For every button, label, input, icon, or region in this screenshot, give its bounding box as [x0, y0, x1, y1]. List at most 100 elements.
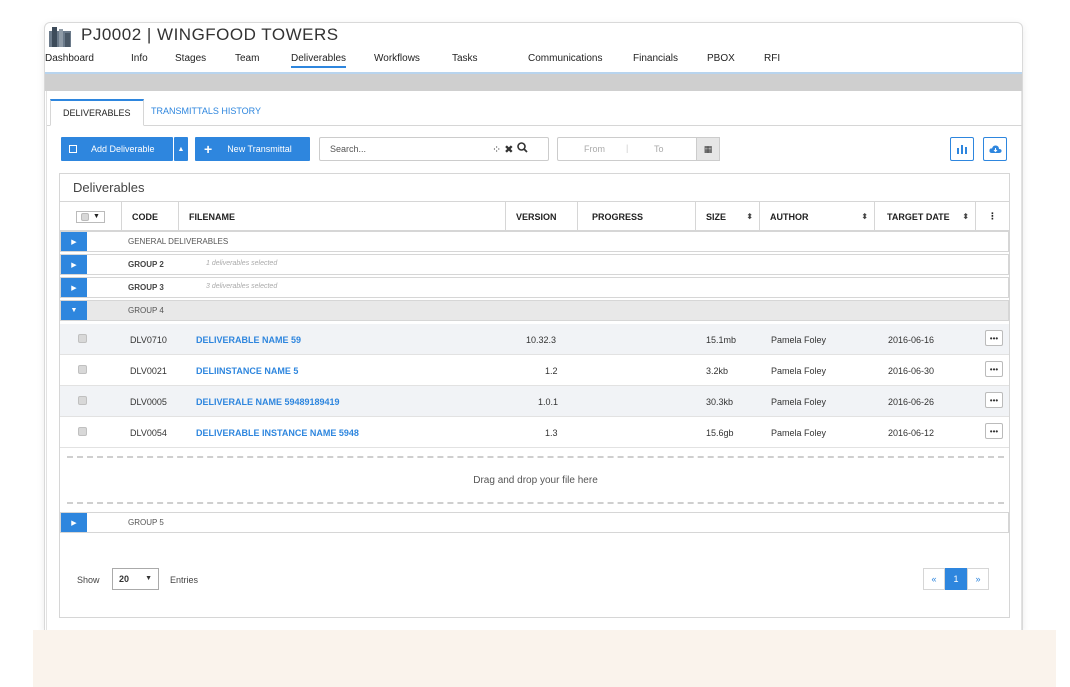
more-options-icon[interactable]: ••• [985, 423, 1003, 439]
table-row[interactable]: DLV0710 DELIVERABLE NAME 59 10.32.3 15.1… [60, 324, 1009, 355]
group-row-expanded[interactable]: ▼ GROUP 4 [60, 300, 1009, 321]
nav-communications[interactable]: Communications [528, 53, 602, 64]
new-transmittal-button[interactable]: + New Transmittal [195, 137, 310, 161]
row-version: 1.2 [545, 366, 558, 376]
app-window: PJ0002 | WINGFOOD TOWERS Dashboard Info … [44, 22, 1023, 632]
nav-stages[interactable]: Stages [175, 53, 206, 64]
page-1-button[interactable]: 1 [945, 568, 967, 590]
group-selection-count: 3 deliverables selected [206, 283, 278, 290]
group-name: GROUP 4 [128, 306, 164, 315]
row-filename-link[interactable]: DELIVERABLE INSTANCE NAME 5948 [196, 428, 359, 438]
table-header: ▼ CODE FILENAME VERSION PROGRESS SIZE ⬍ A… [60, 201, 1009, 231]
deliverables-table: Deliverables ▼ CODE FILENAME VERSION PRO… [59, 173, 1010, 618]
collapse-icon[interactable]: ▼ [61, 301, 87, 320]
clear-icon[interactable]: ✖ [504, 144, 513, 156]
expand-icon[interactable]: ▶ [61, 232, 87, 251]
group-row[interactable]: ▶ GROUP 3 3 deliverables selected [60, 277, 1009, 298]
to-date-input[interactable]: To [654, 144, 664, 154]
header-version[interactable]: VERSION [506, 202, 578, 231]
cloud-download-icon[interactable] [983, 137, 1007, 161]
group-selection-count: 1 deliverables selected [206, 260, 278, 267]
project-title: PJ0002 | WINGFOOD TOWERS [81, 25, 339, 44]
tab-transmittals-history[interactable]: TRANSMITTALS HISTORY [139, 99, 273, 126]
row-checkbox[interactable] [78, 427, 87, 436]
sort-icon[interactable]: ⬍ [962, 212, 969, 221]
add-deliverable-label: Add Deliverable [91, 144, 155, 154]
expand-icon[interactable]: ▶ [61, 255, 87, 274]
caret-down-icon: ▼ [145, 575, 152, 582]
nav-pbox[interactable]: PBOX [707, 53, 735, 64]
row-filename-link[interactable]: DELIINSTANCE NAME 5 [196, 366, 298, 376]
tab-deliverables[interactable]: DELIVERABLES [50, 99, 144, 126]
new-transmittal-label: New Transmittal [227, 144, 292, 154]
header: PJ0002 | WINGFOOD TOWERS Dashboard Info … [45, 23, 1022, 73]
calendar-icon[interactable]: ▦ [696, 137, 720, 161]
main-nav: Dashboard Info Stages Team Deliverables … [45, 53, 1022, 73]
pagination: « 1 » [923, 568, 989, 590]
table-row[interactable]: DLV0021 DELIINSTANCE NAME 5 1.2 3.2kb Pa… [60, 355, 1009, 386]
prev-page-button[interactable]: « [923, 568, 945, 590]
header-target-date[interactable]: TARGET DATE ⬍ [875, 202, 976, 231]
table-row[interactable]: DLV0054 DELIVERABLE INSTANCE NAME 5948 1… [60, 417, 1009, 448]
caret-down-icon[interactable]: ▼ [93, 213, 100, 220]
nav-workflows[interactable]: Workflows [374, 53, 420, 64]
show-label: Show [77, 575, 100, 585]
header-size[interactable]: SIZE ⬍ [696, 202, 760, 231]
row-code: DLV0054 [130, 428, 167, 438]
row-version: 1.3 [545, 428, 558, 438]
group-name: GENERAL DELIVERABLES [128, 237, 229, 246]
search-icon[interactable] [516, 142, 528, 156]
more-options-icon[interactable]: ••• [985, 392, 1003, 408]
sort-icon[interactable]: ⬍ [861, 212, 868, 221]
table-footer: Show 20 ▼ Entries « 1 » [60, 529, 1009, 617]
group-row[interactable]: ▶ GROUP 2 1 deliverables selected [60, 254, 1009, 275]
select-all-checkbox[interactable] [81, 212, 90, 221]
row-target-date: 2016-06-30 [888, 366, 935, 376]
header-author-label: AUTHOR [770, 211, 809, 222]
chart-icon[interactable] [950, 137, 974, 161]
header-code[interactable]: CODE [122, 202, 179, 231]
nav-tasks[interactable]: Tasks [452, 53, 478, 64]
header-size-label: SIZE [706, 211, 727, 222]
row-author: Pamela Foley [771, 366, 827, 376]
toolbar: Add Deliverable ▲ + New Transmittal Sear… [47, 137, 1022, 163]
row-size: 15.1mb [706, 335, 737, 345]
from-date-input[interactable]: From [584, 144, 605, 154]
loading-spinner-icon: ⁘ [492, 144, 502, 156]
nav-team[interactable]: Team [235, 53, 259, 64]
entries-select[interactable]: 20 ▼ [112, 568, 159, 590]
file-dropzone[interactable]: Drag and drop your file here [67, 456, 1004, 504]
row-checkbox[interactable] [78, 365, 87, 374]
entries-value: 20 [119, 574, 130, 584]
header-author[interactable]: AUTHOR ⬍ [760, 202, 875, 231]
row-filename-link[interactable]: DELIVERALE NAME 59489189419 [196, 397, 340, 407]
row-author: Pamela Foley [771, 397, 827, 407]
expand-icon[interactable]: ▶ [61, 278, 87, 297]
group-row[interactable]: ▶ GENERAL DELIVERABLES [60, 231, 1009, 252]
group-name: GROUP 2 [128, 260, 164, 269]
nav-info[interactable]: Info [131, 53, 148, 64]
more-options-icon[interactable]: ••• [985, 330, 1003, 346]
row-size: 15.6gb [706, 428, 734, 438]
table-row[interactable]: DLV0005 DELIVERALE NAME 59489189419 1.0.… [60, 386, 1009, 417]
group-name: GROUP 5 [128, 518, 164, 527]
row-checkbox[interactable] [78, 396, 87, 405]
header-filename[interactable]: FILENAME [179, 202, 506, 231]
nav-financials[interactable]: Financials [633, 53, 678, 64]
header-progress[interactable]: PROGRESS [578, 202, 696, 231]
next-page-button[interactable]: » [967, 568, 989, 590]
more-options-icon[interactable]: ••• [985, 361, 1003, 377]
building-logo-icon [49, 27, 71, 47]
nav-rfi[interactable]: RFI [764, 53, 780, 64]
tab-bar: DELIVERABLES TRANSMITTALS HISTORY [47, 91, 1022, 126]
add-deliverable-dropdown[interactable]: ▲ [174, 137, 188, 161]
row-code: DLV0005 [130, 397, 167, 407]
row-filename-link[interactable]: DELIVERABLE NAME 59 [196, 335, 301, 345]
sort-icon[interactable]: ⬍ [746, 212, 753, 221]
row-checkbox[interactable] [78, 334, 87, 343]
nav-dashboard[interactable]: Dashboard [45, 53, 94, 64]
select-all-control[interactable]: ▼ [60, 202, 122, 231]
nav-deliverables[interactable]: Deliverables [291, 53, 347, 68]
column-options-icon[interactable]: ⋮ [976, 202, 1009, 231]
add-deliverable-button[interactable]: Add Deliverable [61, 137, 173, 161]
